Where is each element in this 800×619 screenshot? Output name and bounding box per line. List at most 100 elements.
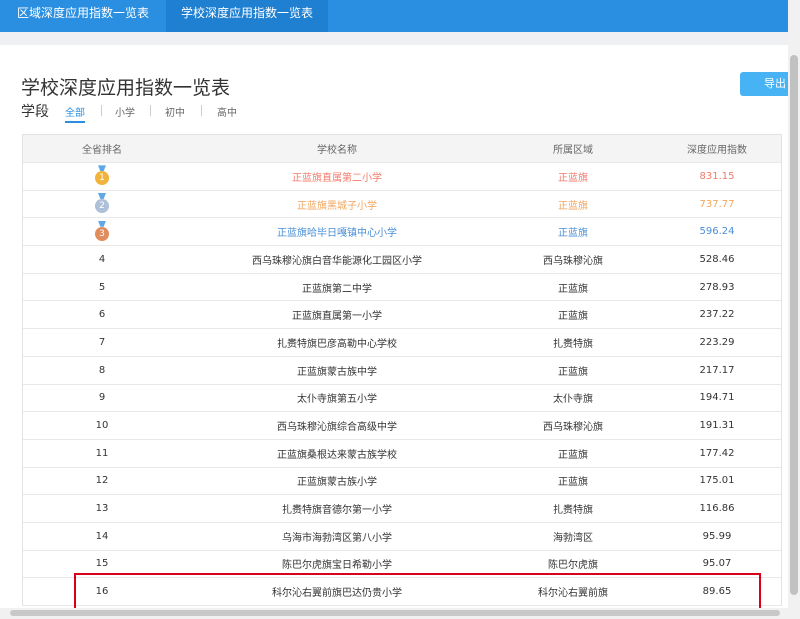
index-value: 217.17 [699,364,735,376]
school-name: 正蓝旗直属第一小学 [292,311,382,323]
table-row[interactable]: 7 扎赉特旗巴彦高勒中心学校 扎赉特旗 223.29 [23,329,781,357]
index-value: 278.93 [699,281,735,293]
region-name: 正蓝旗 [558,477,588,489]
filter-option-junior[interactable]: 初中 [165,104,185,119]
main-panel: 学校深度应用指数一览表 导出 学段 全部 小学 初中 高中 全省排名 学校名称 … [0,45,788,619]
rank: 12 [95,475,109,487]
rank: 11 [95,447,109,459]
rank: 14 [95,530,109,542]
school-name: 西乌珠穆沁旗白音华能源化工园区小学 [252,255,422,267]
region-name: 扎赉特旗 [553,338,593,350]
tab-region-index[interactable]: 区域深度应用指数一览表 [0,0,166,32]
region-name: 太仆寺旗 [553,394,593,406]
school-index-table: 全省排名 学校名称 所属区域 深度应用指数 1 正蓝旗直属第二小学 正蓝旗 83… [22,134,782,606]
school-name: 西乌珠穆沁旗综合高级中学 [277,422,397,434]
region-name: 海勃湾区 [553,532,593,544]
index-value: 116.86 [699,503,735,515]
region-name: 西乌珠穆沁旗 [543,255,603,267]
rank: 4 [98,253,106,265]
bronze-medal-icon: 3 [95,226,109,241]
school-name: 正蓝旗桑根达来蒙古族学校 [277,449,397,461]
index-value: 191.31 [699,420,735,432]
rank: 8 [98,364,106,376]
region-name: 正蓝旗 [558,283,588,295]
filter-separator [150,105,151,116]
index-value: 175.01 [699,475,735,487]
filter-separator [101,105,102,116]
index-value: 95.99 [702,530,732,542]
header-region[interactable]: 所属区域 [493,135,653,162]
horizontal-scrollbar-thumb[interactable] [10,610,780,616]
filter-label: 学段 [21,104,49,120]
rank: 16 [95,586,109,598]
table-row[interactable]: 15 陈巴尔虎旗宝日希勒小学 陈巴尔虎旗 95.07 [23,551,781,579]
vertical-scrollbar-thumb[interactable] [790,55,798,595]
table-row[interactable]: 1 正蓝旗直属第二小学 正蓝旗 831.15 [23,163,781,191]
table-row[interactable]: 10 西乌珠穆沁旗综合高级中学 西乌珠穆沁旗 191.31 [23,412,781,440]
school-name: 正蓝旗黑城子小学 [297,200,377,212]
table-row[interactable]: 11 正蓝旗桑根达来蒙古族学校 正蓝旗 177.42 [23,440,781,468]
rank: 10 [95,420,109,432]
region-name: 正蓝旗 [558,311,588,323]
region-name: 西乌珠穆沁旗 [543,422,603,434]
filter-option-all[interactable]: 全部 [65,104,85,123]
page-title: 学校深度应用指数一览表 [21,77,231,99]
table-row[interactable]: 5 正蓝旗第二中学 正蓝旗 278.93 [23,274,781,302]
index-value: 194.71 [699,392,735,404]
index-value: 596.24 [699,226,735,238]
index-value: 177.42 [699,447,735,459]
filter-option-senior[interactable]: 高中 [217,104,237,119]
header-school-name[interactable]: 学校名称 [181,135,493,162]
region-name: 正蓝旗 [558,449,588,461]
school-name: 正蓝旗哈毕日嘎镇中心小学 [277,228,397,240]
table-header-row: 全省排名 学校名称 所属区域 深度应用指数 [23,134,781,163]
rank: 5 [98,281,106,293]
region-name: 正蓝旗 [558,228,588,240]
index-value: 737.77 [699,198,735,210]
tab-school-index[interactable]: 学校深度应用指数一览表 [166,0,328,32]
school-name: 乌海市海勃湾区第八小学 [282,532,392,544]
index-value: 528.46 [699,253,735,265]
school-name: 扎赉特旗巴彦高勒中心学校 [277,338,397,350]
region-name: 正蓝旗 [558,200,588,212]
school-name: 正蓝旗第二中学 [302,283,372,295]
table-row[interactable]: 3 正蓝旗哈毕日嘎镇中心小学 正蓝旗 596.24 [23,218,781,247]
school-name: 正蓝旗蒙古族小学 [297,477,377,489]
table-row[interactable]: 6 正蓝旗直属第一小学 正蓝旗 237.22 [23,301,781,330]
header-index[interactable]: 深度应用指数 [653,135,781,162]
region-name: 科尔沁右翼前旗 [538,588,608,600]
rank: 7 [98,336,106,348]
table-row[interactable]: 2 正蓝旗黑城子小学 正蓝旗 737.77 [23,191,781,219]
filter-option-primary[interactable]: 小学 [115,104,135,119]
silver-medal-icon: 2 [95,199,109,214]
tab-bar: 区域深度应用指数一览表 学校深度应用指数一览表 [0,0,788,32]
rank: 6 [98,309,106,321]
table-row[interactable]: 8 正蓝旗蒙古族中学 正蓝旗 217.17 [23,357,781,385]
table-row[interactable]: 12 正蓝旗蒙古族小学 正蓝旗 175.01 [23,468,781,496]
table-row[interactable]: 4 西乌珠穆沁旗白音华能源化工园区小学 西乌珠穆沁旗 528.46 [23,246,781,274]
region-name: 陈巴尔虎旗 [548,560,598,572]
school-name: 扎赉特旗音德尔第一小学 [282,505,392,517]
index-value: 223.29 [699,336,735,348]
index-value: 95.07 [702,558,732,570]
rank: 15 [95,558,109,570]
school-name: 正蓝旗蒙古族中学 [297,366,377,378]
table-row[interactable]: 9 太仆寺旗第五小学 太仆寺旗 194.71 [23,385,781,413]
school-name: 科尔沁右翼前旗巴达仍贵小学 [272,588,402,600]
filter-separator [201,105,202,116]
region-name: 正蓝旗 [558,366,588,378]
header-rank[interactable]: 全省排名 [23,135,181,162]
export-button[interactable]: 导出 [740,72,788,96]
region-name: 正蓝旗 [558,172,588,184]
index-value: 831.15 [699,170,735,182]
region-name: 扎赉特旗 [553,505,593,517]
gold-medal-icon: 1 [95,171,109,186]
rank: 13 [95,503,109,515]
school-name: 陈巴尔虎旗宝日希勒小学 [282,560,392,572]
school-name: 正蓝旗直属第二小学 [292,172,382,184]
table-row[interactable]: 13 扎赉特旗音德尔第一小学 扎赉特旗 116.86 [23,495,781,523]
table-row[interactable]: 14 乌海市海勃湾区第八小学 海勃湾区 95.99 [23,523,781,551]
rank: 9 [98,392,106,404]
table-row[interactable]: 16 科尔沁右翼前旗巴达仍贵小学 科尔沁右翼前旗 89.65 [23,578,781,606]
school-name: 太仆寺旗第五小学 [297,394,377,406]
